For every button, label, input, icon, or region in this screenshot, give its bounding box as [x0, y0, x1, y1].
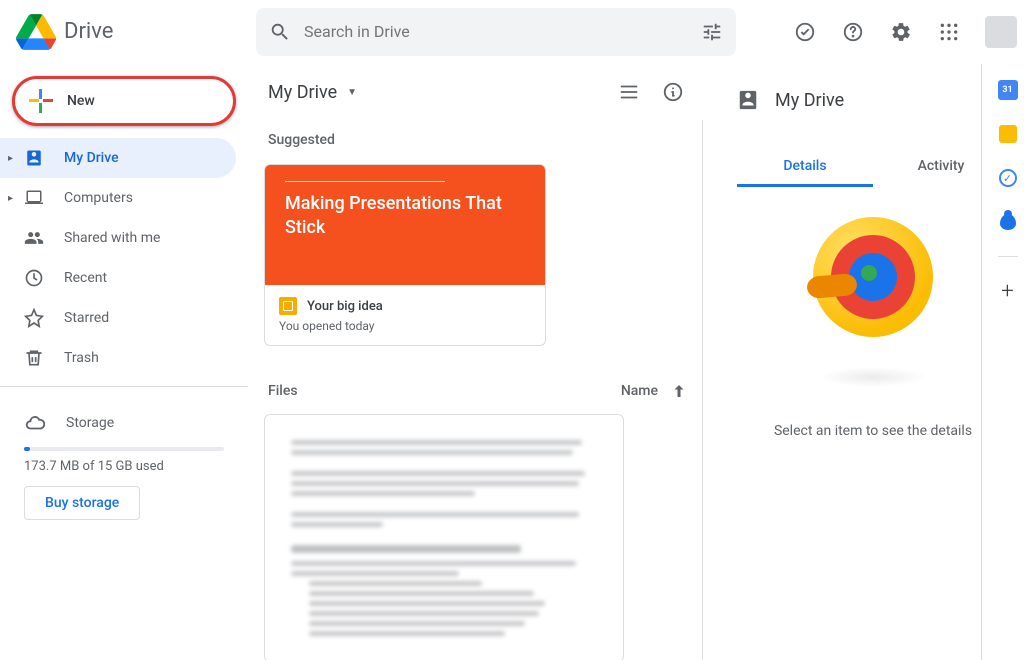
- breadcrumb-label: My Drive: [268, 82, 337, 103]
- tasks-addon[interactable]: [998, 168, 1018, 188]
- buy-storage-button[interactable]: Buy storage: [24, 486, 140, 520]
- recent-icon: [24, 268, 44, 288]
- app-header: Drive: [0, 0, 1033, 64]
- sidebar-item-trash[interactable]: Trash: [0, 338, 236, 378]
- sidebar-item-label: Trash: [64, 350, 99, 366]
- settings-icon[interactable]: [881, 12, 921, 52]
- content-header: My Drive ▼: [264, 64, 697, 120]
- tab-details[interactable]: Details: [737, 148, 873, 187]
- sidebar-item-computers[interactable]: ▸ Computers: [0, 178, 236, 218]
- contacts-icon: [1000, 214, 1016, 230]
- storage-meter: [24, 447, 224, 451]
- sidebar-item-label: Starred: [64, 310, 109, 326]
- sidebar-item-recent[interactable]: Recent: [0, 258, 236, 298]
- sort-arrow-icon[interactable]: [670, 382, 688, 400]
- computers-icon: [24, 188, 44, 208]
- my-drive-icon: [24, 148, 44, 168]
- trash-icon: [24, 348, 44, 368]
- ready-offline-icon[interactable]: [785, 12, 825, 52]
- files-header: Files Name: [268, 382, 688, 400]
- sidebar-item-label: My Drive: [64, 150, 119, 166]
- suggested-title: Your big idea: [307, 299, 383, 314]
- drive-logo-icon: [16, 12, 56, 52]
- app-name: Drive: [64, 19, 113, 44]
- sidebar-item-shared[interactable]: Shared with me: [0, 218, 236, 258]
- suggested-card[interactable]: Making Presentations That Stick Your big…: [264, 164, 546, 346]
- search-icon: [268, 20, 292, 44]
- file-card[interactable]: [264, 414, 624, 660]
- suggested-thumb-text: Making Presentations That Stick: [285, 192, 525, 241]
- breadcrumb[interactable]: My Drive ▼: [268, 82, 357, 103]
- my-drive-icon: [737, 89, 759, 111]
- calendar-addon[interactable]: [998, 80, 1018, 100]
- details-title: My Drive: [775, 90, 957, 111]
- search-input[interactable]: [304, 22, 688, 41]
- storage-usage-text: 173.7 MB of 15 GB used: [24, 459, 224, 474]
- sidebar-item-starred[interactable]: Starred: [0, 298, 236, 338]
- files-label: Files: [268, 383, 298, 399]
- slides-icon: [279, 297, 297, 315]
- chevron-down-icon: ▼: [347, 87, 357, 98]
- details-empty-message: Select an item to see the details: [774, 423, 972, 439]
- plus-icon: [29, 89, 53, 113]
- search-options-icon[interactable]: [700, 20, 724, 44]
- calendar-icon: [998, 80, 1018, 100]
- support-icon[interactable]: [833, 12, 873, 52]
- contacts-addon[interactable]: [998, 212, 1018, 232]
- logo-section[interactable]: Drive: [8, 12, 256, 52]
- tasks-icon: [999, 169, 1017, 187]
- header-actions: [785, 12, 1025, 52]
- sidebar-item-label: Shared with me: [64, 230, 160, 246]
- star-icon: [24, 308, 44, 328]
- list-view-button[interactable]: [609, 72, 649, 112]
- new-button[interactable]: New: [12, 76, 236, 126]
- view-details-button[interactable]: [653, 72, 693, 112]
- main-area: My Drive ▼ Suggested Maki: [248, 64, 1033, 660]
- sidebar-item-my-drive[interactable]: ▸ My Drive: [0, 138, 236, 178]
- details-tabs: Details Activity: [737, 148, 1009, 187]
- sidebar-item-label: Recent: [64, 270, 107, 286]
- expand-icon[interactable]: ▸: [8, 193, 16, 204]
- account-avatar[interactable]: [985, 16, 1017, 48]
- search-bar[interactable]: [256, 8, 736, 56]
- sidebar-item-label: Computers: [64, 190, 133, 206]
- suggested-thumbnail: Making Presentations That Stick: [265, 165, 545, 285]
- get-addons-button[interactable]: +: [998, 281, 1018, 301]
- suggested-heading: Suggested: [268, 132, 688, 148]
- shared-icon: [24, 228, 44, 248]
- apps-icon[interactable]: [929, 12, 969, 52]
- keep-addon[interactable]: [998, 124, 1018, 144]
- storage-label: Storage: [66, 415, 114, 431]
- suggested-subtitle: You opened today: [279, 319, 531, 333]
- details-illustration: [813, 217, 933, 337]
- new-button-label: New: [67, 93, 95, 109]
- keep-icon: [999, 125, 1017, 143]
- side-panel-rail: +: [981, 64, 1033, 660]
- expand-icon[interactable]: ▸: [8, 153, 16, 164]
- sidebar-item-storage[interactable]: Storage: [24, 403, 224, 443]
- cloud-icon: [24, 412, 46, 434]
- sidebar: New ▸ My Drive ▸ Computers Shared with m…: [0, 64, 248, 660]
- sort-label[interactable]: Name: [621, 383, 658, 399]
